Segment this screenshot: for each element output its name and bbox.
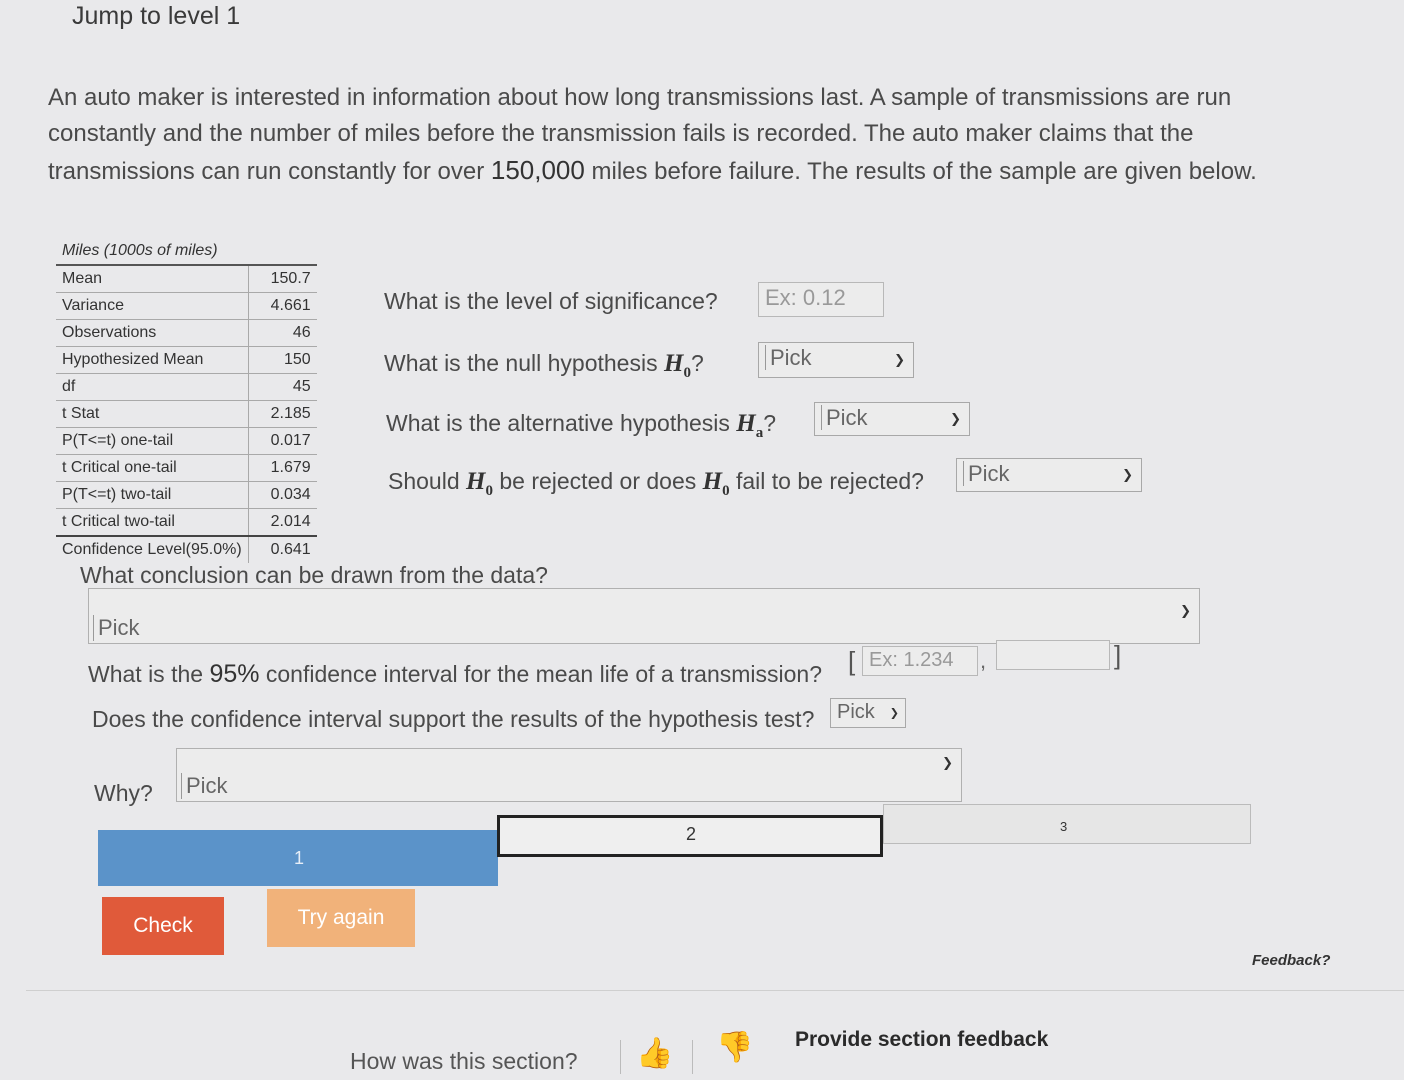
table-row: t Stat 2.185 (56, 400, 317, 428)
stat-value: 0.034 (247, 481, 317, 509)
conclusion-select[interactable]: Pick ❯ (88, 588, 1200, 644)
stat-label: t Critical one-tail (56, 454, 249, 482)
ci-open-bracket: [ (848, 646, 856, 676)
stat-label: Observations (56, 319, 249, 347)
footer-divider (26, 990, 1404, 991)
problem-statement: An auto maker is interested in informati… (48, 84, 1257, 185)
progress-segment-1[interactable]: 1 (98, 830, 498, 886)
stat-value: 46 (247, 319, 317, 347)
try-again-button[interactable]: Try again (267, 889, 415, 947)
chevron-down-icon: ❯ (942, 755, 953, 770)
stats-header: Miles (1000s of miles) (56, 238, 317, 266)
reject-question: Should H0 be rejected or does H0 fail to… (388, 468, 924, 499)
stat-value: 4.661 (247, 292, 317, 320)
stat-value: 1.679 (247, 454, 317, 482)
why-question: Why? (94, 780, 153, 806)
chevron-down-icon: ❯ (1122, 467, 1133, 482)
stat-value: 45 (247, 373, 317, 401)
conclusion-question: What conclusion can be drawn from the da… (80, 562, 548, 588)
table-row: t Critical one-tail 1.679 (56, 454, 317, 482)
table-row: Hypothesized Mean 150 (56, 346, 317, 374)
table-row: t Critical two-tail 2.014 (56, 508, 317, 537)
stat-label: t Stat (56, 400, 249, 428)
chevron-down-icon: ❯ (950, 411, 961, 426)
significance-input[interactable]: Ex: 0.12 (758, 282, 884, 317)
feedback-link[interactable]: Feedback? (1252, 952, 1330, 969)
why-select[interactable]: Pick ❯ (176, 748, 962, 802)
support-question: Does the confidence interval support the… (92, 706, 815, 732)
stat-value: 0.017 (247, 427, 317, 455)
section-rating-question: How was this section? (350, 1048, 578, 1074)
stat-value: 150 (247, 346, 317, 374)
ci-lower-input[interactable]: Ex: 1.234 (862, 646, 978, 676)
ci-upper-input[interactable] (996, 640, 1110, 670)
claim-value: 150,000 (490, 155, 585, 185)
chevron-down-icon: ❯ (1180, 603, 1191, 618)
table-row: Mean 150.7 (56, 265, 317, 293)
chevron-down-icon: ❯ (894, 352, 905, 367)
table-row: Confidence Level(95.0%) 0.641 (56, 536, 317, 563)
stat-label: t Critical two-tail (56, 508, 249, 537)
chevron-down-icon: ❯ (889, 707, 899, 720)
stat-label: df (56, 373, 249, 401)
thumbs-up-icon[interactable]: 👍 (636, 1036, 673, 1071)
progress-segment-2[interactable]: 2 (497, 815, 883, 857)
thumbs-down-icon[interactable]: 👎 (716, 1030, 753, 1065)
table-row: Observations 46 (56, 319, 317, 347)
stat-value: 0.641 (247, 536, 317, 563)
table-row: P(T<=t) two-tail 0.034 (56, 481, 317, 509)
stat-value: 2.014 (247, 508, 317, 537)
table-row: Variance 4.661 (56, 292, 317, 320)
alt-hypothesis-question: What is the alternative hypothesis Ha? (386, 410, 777, 441)
stats-table: Miles (1000s of miles) Mean 150.7 Variance… (56, 238, 317, 563)
significance-question: What is the level of significance? (384, 288, 718, 314)
stat-label: Hypothesized Mean (56, 346, 249, 374)
table-row: P(T<=t) one-tail 0.017 (56, 427, 317, 455)
stat-value: 150.7 (247, 265, 317, 293)
stat-label: P(T<=t) one-tail (56, 427, 249, 455)
support-select[interactable]: Pick ❯ (830, 698, 906, 728)
jump-to-level[interactable]: Jump to level 1 (72, 2, 240, 31)
check-button[interactable]: Check (102, 897, 224, 955)
null-hypothesis-select[interactable]: Pick ❯ (758, 342, 914, 378)
ci-close-bracket: ] (1114, 640, 1122, 670)
stat-label: P(T<=t) two-tail (56, 481, 249, 509)
alt-hypothesis-select[interactable]: Pick ❯ (814, 402, 970, 436)
progress-segment-3[interactable]: 3 (883, 804, 1251, 844)
stat-label: Variance (56, 292, 249, 320)
stat-value: 2.185 (247, 400, 317, 428)
ci-question: What is the 95% confidence interval for … (88, 660, 822, 688)
table-row: df 45 (56, 373, 317, 401)
reject-select[interactable]: Pick ❯ (956, 458, 1142, 492)
provide-feedback-link[interactable]: Provide section feedback (795, 1028, 1048, 1052)
stat-label: Mean (56, 265, 249, 293)
stat-label: Confidence Level(95.0%) (62, 541, 242, 558)
null-hypothesis-question: What is the null hypothesis H0? (384, 350, 704, 381)
